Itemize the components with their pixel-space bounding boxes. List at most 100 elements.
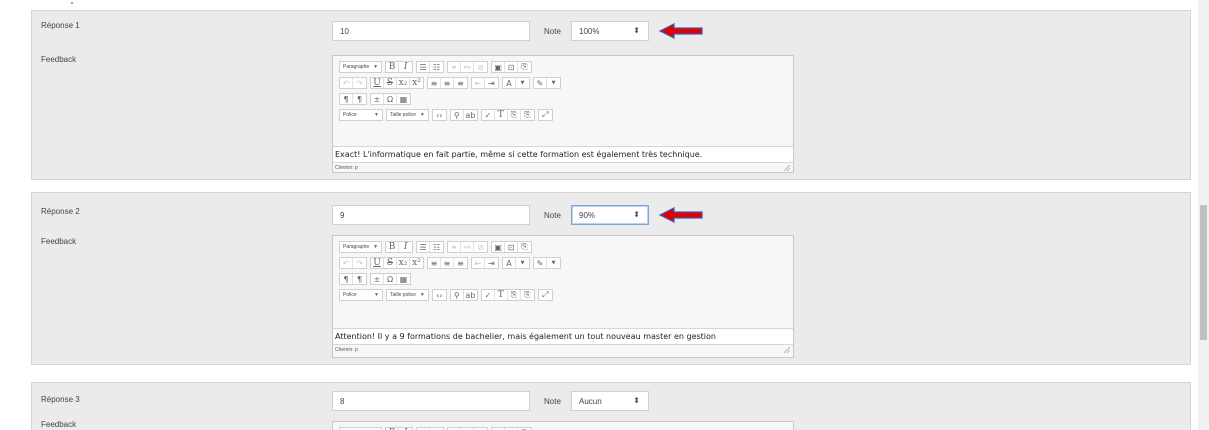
superscript-icon[interactable]: x² bbox=[410, 258, 423, 268]
strikethrough-icon[interactable]: S bbox=[384, 78, 397, 88]
outdent-icon[interactable]: ⇤ bbox=[472, 258, 485, 268]
subscript-icon[interactable]: x₂ bbox=[397, 78, 410, 88]
feedback-content[interactable]: Exact! L'informatique en fait partie, mê… bbox=[333, 146, 793, 162]
align-right-icon[interactable]: ≡ bbox=[454, 78, 467, 88]
paste-icon[interactable]: ⎘ bbox=[518, 242, 531, 252]
align-right-icon[interactable]: ≡ bbox=[454, 258, 467, 268]
code-icon[interactable]: ‹› bbox=[433, 290, 446, 300]
subscript-icon[interactable]: x₂ bbox=[397, 258, 410, 268]
bullet-list-icon[interactable]: ☰ bbox=[417, 62, 431, 72]
anchor-icon[interactable]: ⊘ bbox=[474, 62, 487, 72]
answer-input[interactable]: 9 bbox=[332, 205, 530, 225]
answer-input[interactable]: 8 bbox=[332, 391, 530, 411]
replace-icon[interactable]: ab bbox=[464, 110, 477, 120]
strikethrough-icon[interactable]: S bbox=[384, 258, 397, 268]
redo-icon[interactable]: ↷ bbox=[353, 78, 366, 88]
undo-icon[interactable]: ↶ bbox=[340, 258, 353, 268]
grade-select[interactable]: 100% ⬍ bbox=[571, 21, 649, 41]
chevron-down-icon: ▼ bbox=[373, 244, 379, 250]
italic-icon[interactable]: I bbox=[399, 62, 412, 72]
ltr-icon[interactable]: ¶ bbox=[340, 94, 353, 104]
resize-grip-icon[interactable] bbox=[784, 165, 790, 171]
ltr-icon[interactable]: ¶ bbox=[340, 274, 353, 284]
align-left-icon[interactable]: ≡ bbox=[428, 258, 441, 268]
clean-icon[interactable]: ✓ bbox=[482, 290, 495, 300]
find-icon[interactable]: ⚲ bbox=[451, 110, 464, 120]
superscript-icon[interactable]: x² bbox=[410, 78, 423, 88]
scrollbar-thumb[interactable] bbox=[1200, 205, 1207, 340]
feedback-content[interactable]: Attention! Il y a 9 formations de bachel… bbox=[333, 328, 793, 344]
align-center-icon[interactable]: ≡ bbox=[441, 258, 454, 268]
text-color-icon[interactable]: A bbox=[503, 258, 516, 268]
feedback-label: Feedback bbox=[41, 420, 77, 429]
indent-icon[interactable]: ⇥ bbox=[485, 78, 498, 88]
paste-icon[interactable]: ⎘ bbox=[518, 62, 531, 72]
clean-icon[interactable]: ✓ bbox=[482, 110, 495, 120]
link-icon[interactable]: ⚭ bbox=[448, 62, 462, 72]
numbered-list-icon[interactable]: ☷ bbox=[430, 242, 443, 252]
chevron-down-icon[interactable]: ▼ bbox=[547, 78, 560, 88]
top-dot bbox=[71, 2, 73, 4]
find-icon[interactable]: ⚲ bbox=[451, 290, 464, 300]
background-color-icon[interactable]: ✎ bbox=[534, 78, 547, 88]
anchor-icon[interactable]: ⊘ bbox=[474, 242, 487, 252]
clear-format-icon[interactable]: T bbox=[495, 110, 508, 120]
media-icon[interactable]: ⊡ bbox=[505, 242, 519, 252]
paste-word-icon[interactable]: ⎘ bbox=[521, 110, 534, 120]
font-dropdown[interactable]: Police ▼ bbox=[339, 109, 383, 121]
code-icon[interactable]: ‹› bbox=[433, 110, 446, 120]
paragraph-dropdown[interactable]: Paragraphe▼ bbox=[339, 61, 383, 73]
link-icon[interactable]: ⚭ bbox=[448, 242, 462, 252]
background-color-icon[interactable]: ✎ bbox=[534, 258, 547, 268]
underline-icon[interactable]: U bbox=[371, 78, 384, 88]
redo-icon[interactable]: ↷ bbox=[353, 258, 366, 268]
fullscreen-icon[interactable]: ⤢ bbox=[539, 110, 552, 120]
paste-word-icon[interactable]: ⎘ bbox=[521, 290, 534, 300]
image-icon[interactable]: ▣ bbox=[492, 62, 506, 72]
table-icon[interactable]: ▦ bbox=[397, 274, 410, 284]
underline-icon[interactable]: U bbox=[371, 258, 384, 268]
answer-input[interactable]: 10 bbox=[332, 21, 530, 41]
paragraph-dropdown[interactable]: Paragraphe▼ bbox=[339, 241, 383, 253]
equation-icon[interactable]: ± bbox=[371, 94, 384, 104]
bullet-list-icon[interactable]: ☰ bbox=[417, 242, 431, 252]
grade-select[interactable]: 90% ⬍ bbox=[571, 205, 649, 225]
clear-format-icon[interactable]: T bbox=[495, 290, 508, 300]
special-char-icon[interactable]: Ω bbox=[384, 274, 397, 284]
paste-text-icon[interactable]: ⎘ bbox=[508, 110, 521, 120]
numbered-list-icon[interactable]: ☷ bbox=[430, 62, 443, 72]
paragraph-dropdown-label: Paragraphe bbox=[343, 244, 370, 250]
undo-icon[interactable]: ↶ bbox=[340, 78, 353, 88]
rtl-icon[interactable]: ¶ bbox=[353, 94, 366, 104]
replace-icon[interactable]: ab bbox=[464, 290, 477, 300]
bold-icon[interactable]: B bbox=[386, 242, 400, 252]
media-icon[interactable]: ⊡ bbox=[505, 62, 519, 72]
resize-grip-icon[interactable] bbox=[784, 347, 790, 353]
unlink-icon[interactable]: ⚯ bbox=[461, 62, 475, 72]
chevron-down-icon[interactable]: ▼ bbox=[516, 78, 529, 88]
toolbar-row-2: ↶ ↷ U Sx₂ x² ≡ ≡ ≡ ⇤ ⇥ A ▼ ✎ ▼ bbox=[339, 257, 564, 269]
paste-text-icon[interactable]: ⎘ bbox=[508, 290, 521, 300]
red-arrow-icon bbox=[659, 23, 703, 39]
red-arrow-icon bbox=[659, 207, 703, 223]
special-char-icon[interactable]: Ω bbox=[384, 94, 397, 104]
fullscreen-icon[interactable]: ⤢ bbox=[539, 290, 552, 300]
italic-icon[interactable]: I bbox=[399, 242, 412, 252]
table-icon[interactable]: ▦ bbox=[397, 94, 410, 104]
rtl-icon[interactable]: ¶ bbox=[353, 274, 366, 284]
size-dropdown[interactable]: Taille police ▼ bbox=[386, 109, 429, 121]
chevron-down-icon[interactable]: ▼ bbox=[547, 258, 560, 268]
outdent-icon[interactable]: ⇤ bbox=[472, 78, 485, 88]
indent-icon[interactable]: ⇥ bbox=[485, 258, 498, 268]
grade-select[interactable]: Aucun ⬍ bbox=[571, 391, 649, 411]
size-dropdown[interactable]: Taille police ▼ bbox=[386, 289, 429, 301]
align-center-icon[interactable]: ≡ bbox=[441, 78, 454, 88]
unlink-icon[interactable]: ⚯ bbox=[461, 242, 475, 252]
bold-icon[interactable]: B bbox=[386, 62, 400, 72]
font-dropdown[interactable]: Police ▼ bbox=[339, 289, 383, 301]
equation-icon[interactable]: ± bbox=[371, 274, 384, 284]
chevron-down-icon[interactable]: ▼ bbox=[516, 258, 529, 268]
align-left-icon[interactable]: ≡ bbox=[428, 78, 441, 88]
image-icon[interactable]: ▣ bbox=[492, 242, 506, 252]
text-color-icon[interactable]: A bbox=[503, 78, 516, 88]
